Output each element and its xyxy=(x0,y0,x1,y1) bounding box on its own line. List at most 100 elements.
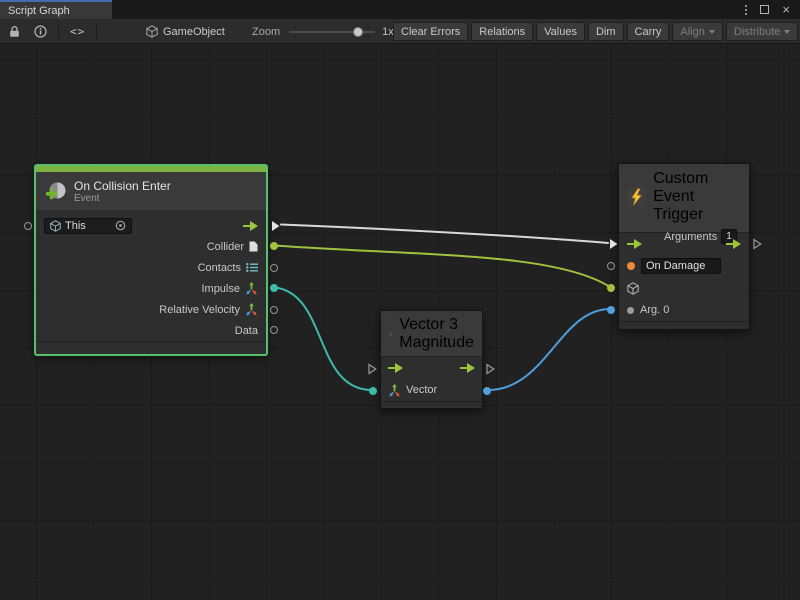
lock-icon xyxy=(9,25,20,38)
node-trigger-custom-event[interactable]: Custom Event Trigger Arguments xyxy=(618,163,750,330)
port-magnitude-output[interactable] xyxy=(483,387,491,395)
row-data: Data xyxy=(36,320,266,341)
row-arg0: Arg. 0 xyxy=(619,299,749,321)
port-impulse-output[interactable] xyxy=(270,284,278,292)
row-relative-velocity: Relative Velocity xyxy=(36,299,266,320)
lock-button[interactable] xyxy=(6,22,23,40)
flow-arrow-icon xyxy=(726,239,741,249)
node-category: Custom Event xyxy=(653,170,741,206)
port-relative-velocity-output[interactable] xyxy=(270,306,278,314)
vector-input-label: Vector xyxy=(406,384,437,396)
list-icon xyxy=(246,263,258,272)
zoom-control: Zoom 1x xyxy=(252,19,394,44)
values-button[interactable]: Values xyxy=(536,22,585,41)
object-picker-icon[interactable] xyxy=(115,220,126,231)
row-target-flowout: This xyxy=(36,215,266,236)
node-title: On Collision Enter xyxy=(74,179,171,193)
node-footer xyxy=(36,341,266,355)
port-contacts-output[interactable] xyxy=(270,264,278,272)
zoom-label: Zoom xyxy=(252,26,280,38)
lightning-icon xyxy=(627,186,646,208)
target-value: This xyxy=(65,220,111,232)
edit-graph-button[interactable]: <> xyxy=(67,22,88,40)
wire-collider-to-target xyxy=(275,246,610,288)
title-bar: Script Graph × xyxy=(0,0,800,19)
node-category: Vector 3 xyxy=(399,316,474,334)
node-on-collision-enter[interactable]: On Collision Enter Event This Collider xyxy=(35,165,267,355)
tab-script-graph[interactable]: Script Graph xyxy=(0,0,112,19)
port-vector-input[interactable] xyxy=(369,387,377,395)
window-menu-icon[interactable] xyxy=(745,5,747,15)
tab-label: Script Graph xyxy=(8,5,70,17)
port-arg0-input[interactable] xyxy=(607,306,615,314)
toolbar-buttons: Clear Errors Relations Values Dim Carry … xyxy=(393,22,800,41)
target-object-field[interactable]: This xyxy=(44,218,132,234)
maximize-icon[interactable] xyxy=(760,5,769,14)
gameobject-icon xyxy=(146,25,158,38)
row-collider: Collider xyxy=(36,236,266,257)
port-collider-output[interactable] xyxy=(270,242,278,250)
vector3-axes-icon xyxy=(389,325,392,343)
toolbar-separator xyxy=(96,24,97,39)
wire-flow xyxy=(281,225,608,244)
info-icon xyxy=(34,25,47,38)
port-flow-output[interactable] xyxy=(753,238,762,250)
code-icon: <> xyxy=(70,25,85,38)
window-controls: × xyxy=(745,0,800,19)
vector3-axes-icon xyxy=(245,282,258,295)
port-flow-input[interactable] xyxy=(368,363,377,375)
zoom-slider-handle[interactable] xyxy=(353,27,363,37)
flow-arrow-icon xyxy=(627,239,642,249)
graph-canvas[interactable]: On Collision Enter Event This Collider xyxy=(0,44,800,600)
node-footer xyxy=(381,401,482,409)
row-vector-input: Vector xyxy=(381,379,482,401)
node-vector3-magnitude[interactable]: Vector 3 Magnitude Vector xyxy=(380,310,483,409)
carry-button[interactable]: Carry xyxy=(627,22,670,41)
graph-toolbar: <> GameObject Zoom 1x Clear Errors Relat… xyxy=(0,19,800,44)
close-icon[interactable]: × xyxy=(782,5,790,15)
flow-arrow-icon xyxy=(388,363,403,373)
cube-icon xyxy=(50,220,61,232)
row-target xyxy=(619,277,749,299)
zoom-value: 1x xyxy=(382,26,394,38)
clear-errors-button[interactable]: Clear Errors xyxy=(393,22,468,41)
vector3-axes-icon xyxy=(245,303,258,316)
event-name-input[interactable] xyxy=(641,258,721,274)
node-subtitle: Event xyxy=(74,193,171,204)
distribute-button[interactable]: Distribute xyxy=(726,22,798,41)
node-port-rows: This Collider Contacts Impulse xyxy=(36,210,266,341)
align-button[interactable]: Align xyxy=(672,22,722,41)
port-target-input[interactable] xyxy=(607,284,615,292)
unity-script-graph-window: Script Graph × <> GameObject Zoom xyxy=(0,0,800,600)
node-header: Vector 3 Magnitude xyxy=(381,311,482,357)
arg-port-dot xyxy=(627,307,634,314)
wire-magnitude-to-arg0 xyxy=(488,309,610,390)
document-icon xyxy=(249,241,258,252)
node-header: On Collision Enter Event xyxy=(36,172,266,210)
chevron-down-icon xyxy=(784,30,790,34)
vector3-axes-icon xyxy=(388,384,401,397)
row-impulse: Impulse xyxy=(36,278,266,299)
port-flow-input[interactable] xyxy=(609,238,618,250)
gameobject-label: GameObject xyxy=(163,26,225,38)
port-flow-output[interactable] xyxy=(486,363,495,375)
gameobject-chip[interactable]: GameObject xyxy=(146,19,225,44)
port-flow-output[interactable] xyxy=(271,220,280,232)
relations-button[interactable]: Relations xyxy=(471,22,533,41)
wire-impulse-to-vector xyxy=(275,288,372,391)
node-footer xyxy=(619,321,749,331)
row-contacts: Contacts xyxy=(36,257,266,278)
dim-button[interactable]: Dim xyxy=(588,22,624,41)
port-data-output[interactable] xyxy=(270,326,278,334)
string-port-dot xyxy=(627,262,635,270)
port-target-input[interactable] xyxy=(24,222,32,230)
zoom-slider[interactable] xyxy=(289,31,375,33)
info-button[interactable] xyxy=(31,22,50,40)
arguments-label: Arguments xyxy=(664,231,721,243)
node-header: Custom Event Trigger Arguments xyxy=(619,164,749,233)
row-flow xyxy=(381,357,482,379)
toolbar-separator xyxy=(58,24,59,39)
port-name-input[interactable] xyxy=(607,262,615,270)
arg0-label: Arg. 0 xyxy=(640,304,669,316)
flow-arrow-icon xyxy=(460,363,475,373)
